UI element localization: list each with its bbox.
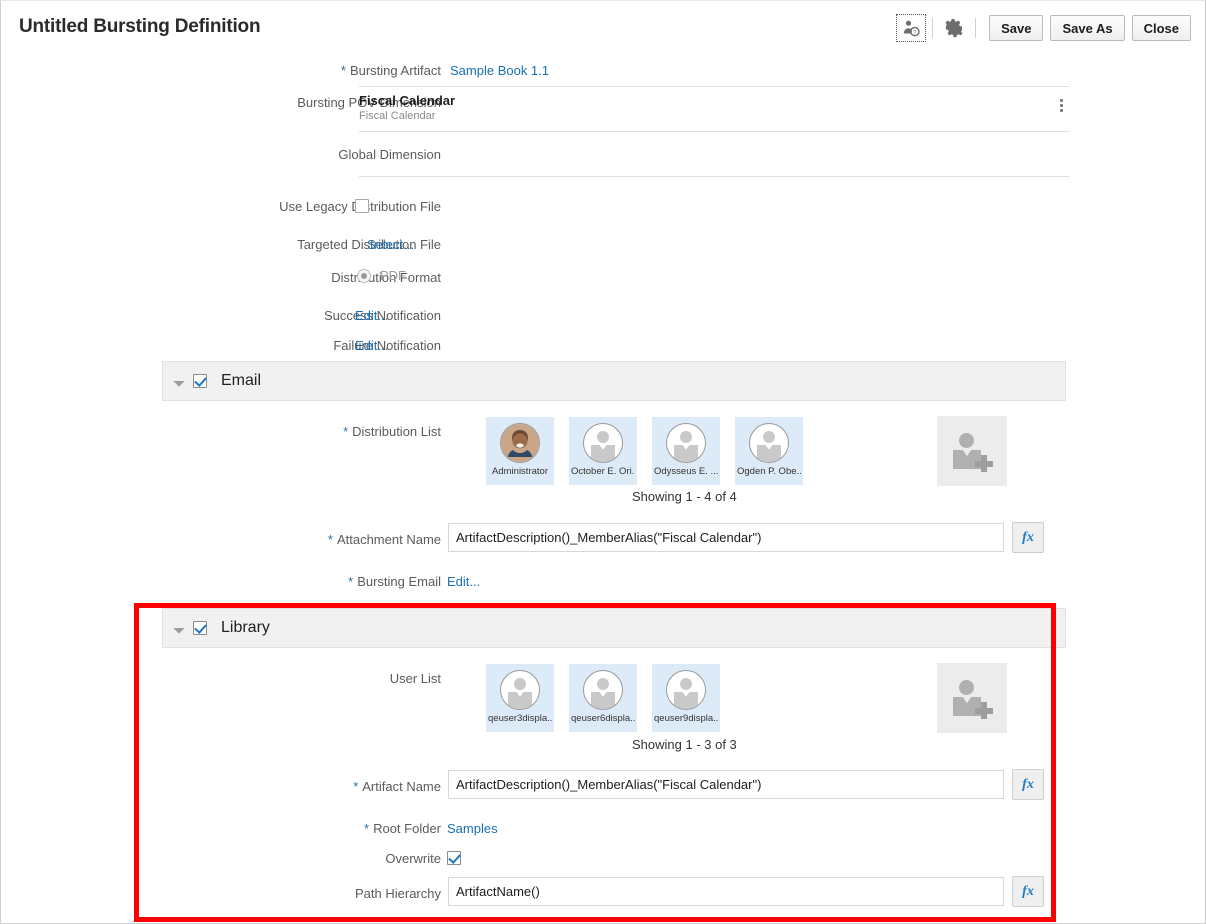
user-list-avatars: qeuser3displa.. qeuser6displa.. qeuser9d… [486, 664, 720, 732]
overwrite-checkbox[interactable] [447, 851, 461, 865]
avatar-placeholder-icon [666, 423, 706, 463]
artifact-name-input[interactable]: ArtifactDescription()_MemberAlias("Fisca… [448, 770, 1004, 799]
gear-icon[interactable] [939, 14, 969, 42]
header-toolbar: ? Save Save As Close [896, 14, 1191, 42]
avatar-name: Ogden P. Obe.. [737, 466, 801, 477]
library-enabled-checkbox[interactable] [193, 621, 207, 635]
bursting-pov-dimension-value: Fiscal Calendar [359, 93, 1069, 108]
library-section-title: Library [221, 619, 270, 637]
library-collapse-triangle-icon[interactable] [173, 622, 184, 633]
use-legacy-distribution-file-label: Use Legacy Distribution File [1, 199, 441, 214]
library-section-header[interactable]: Library [162, 608, 1066, 648]
root-folder-value-link[interactable]: Samples [447, 821, 498, 836]
path-hierarchy-fx-button[interactable]: fx [1012, 876, 1044, 907]
add-user-icon [950, 679, 994, 717]
avatar-placeholder-icon [666, 670, 706, 710]
artifact-name-label: *Artifact Name [1, 779, 441, 794]
email-section-header[interactable]: Email [162, 361, 1066, 401]
page-title: Untitled Bursting Definition [19, 16, 260, 38]
bursting-artifact-value[interactable]: Sample Book 1.1 [450, 63, 549, 79]
required-asterisk: * [328, 532, 333, 547]
required-asterisk: * [348, 574, 353, 589]
distribution-list-label: *Distribution List [1, 424, 441, 439]
avatar-card[interactable]: October E. Ori.. [569, 417, 637, 485]
use-legacy-distribution-file-checkbox[interactable] [355, 199, 369, 213]
distribution-format-pdf-radio[interactable] [357, 269, 371, 283]
pov-overflow-menu-icon[interactable] [1060, 99, 1063, 112]
close-button[interactable]: Close [1132, 15, 1191, 41]
attachment-name-label: *Attachment Name [1, 532, 441, 547]
artifact-name-fx-button[interactable]: fx [1012, 769, 1044, 800]
email-section-title: Email [221, 372, 261, 390]
avatar-name: October E. Ori.. [571, 466, 635, 477]
distribution-format-pdf-label: PDF [380, 268, 406, 283]
bursting-definition-window: Untitled Bursting Definition ? Save Save [0, 0, 1206, 924]
avatar-card[interactable]: qeuser9displa.. [652, 664, 720, 732]
targeted-distribution-file-select-link[interactable]: Select... [367, 237, 414, 252]
save-as-button[interactable]: Save As [1050, 15, 1124, 41]
distribution-list-showing: Showing 1 - 4 of 4 [632, 489, 737, 504]
path-hierarchy-label: Path Hierarchy [1, 886, 441, 901]
overwrite-label: Overwrite [1, 851, 441, 866]
avatar-card[interactable]: qeuser6displa.. [569, 664, 637, 732]
bursting-email-edit-link[interactable]: Edit... [447, 574, 480, 589]
distribution-list-avatars: Administrator October E. Ori.. Odysseus … [486, 417, 803, 485]
window-header: Untitled Bursting Definition ? Save Save [1, 1, 1205, 53]
global-dimension-block[interactable] [359, 132, 1069, 177]
avatar-card[interactable]: Odysseus E. ... [652, 417, 720, 485]
avatar-name: qeuser3displa.. [488, 713, 552, 724]
user-list-showing: Showing 1 - 3 of 3 [632, 737, 737, 752]
add-library-user-button[interactable] [937, 663, 1007, 733]
field-bursting-artifact: *Bursting Artifact Sample Book 1.1 [1, 63, 549, 79]
avatar-card[interactable]: Ogden P. Obe.. [735, 417, 803, 485]
success-notification-edit-link[interactable]: Edit... [355, 308, 388, 323]
required-asterisk: * [364, 821, 369, 836]
avatar-card[interactable]: qeuser3displa.. [486, 664, 554, 732]
attachment-name-fx-button[interactable]: fx [1012, 522, 1044, 553]
avatar-placeholder-icon [500, 670, 540, 710]
add-user-icon [950, 432, 994, 470]
avatar-placeholder-icon [583, 670, 623, 710]
bursting-pov-dimension-block[interactable]: Fiscal Calendar Fiscal Calendar [359, 86, 1069, 132]
user-list-label: User List [1, 671, 441, 686]
toolbar-divider-2 [975, 18, 976, 38]
avatar-name: Odysseus E. ... [654, 466, 718, 477]
required-asterisk: * [353, 779, 358, 794]
bursting-pov-dimension-subvalue: Fiscal Calendar [359, 110, 1069, 122]
avatar-name: qeuser6displa.. [571, 713, 635, 724]
avatar-name: Administrator [492, 466, 548, 477]
email-collapse-triangle-icon[interactable] [173, 375, 184, 386]
path-hierarchy-input[interactable]: ArtifactName() [448, 877, 1004, 906]
required-asterisk: * [341, 63, 346, 78]
required-asterisk: * [343, 424, 348, 439]
toolbar-divider-1 [932, 18, 933, 38]
avatar-name: qeuser9displa.. [654, 713, 718, 724]
library-section-highlight [134, 603, 1056, 922]
failure-notification-edit-link[interactable]: Edit... [355, 338, 388, 353]
user-permissions-icon[interactable]: ? [896, 14, 926, 42]
bursting-email-label: *Bursting Email [1, 574, 441, 589]
add-distribution-user-button[interactable] [937, 416, 1007, 486]
save-button[interactable]: Save [989, 15, 1043, 41]
root-folder-label: *Root Folder [1, 821, 441, 836]
avatar-placeholder-icon [749, 423, 789, 463]
attachment-name-input[interactable]: ArtifactDescription()_MemberAlias("Fisca… [448, 523, 1004, 552]
avatar-card[interactable]: Administrator [486, 417, 554, 485]
bursting-artifact-label: *Bursting Artifact [1, 63, 441, 79]
avatar-image [500, 423, 540, 463]
email-enabled-checkbox[interactable] [193, 374, 207, 388]
avatar-placeholder-icon [583, 423, 623, 463]
